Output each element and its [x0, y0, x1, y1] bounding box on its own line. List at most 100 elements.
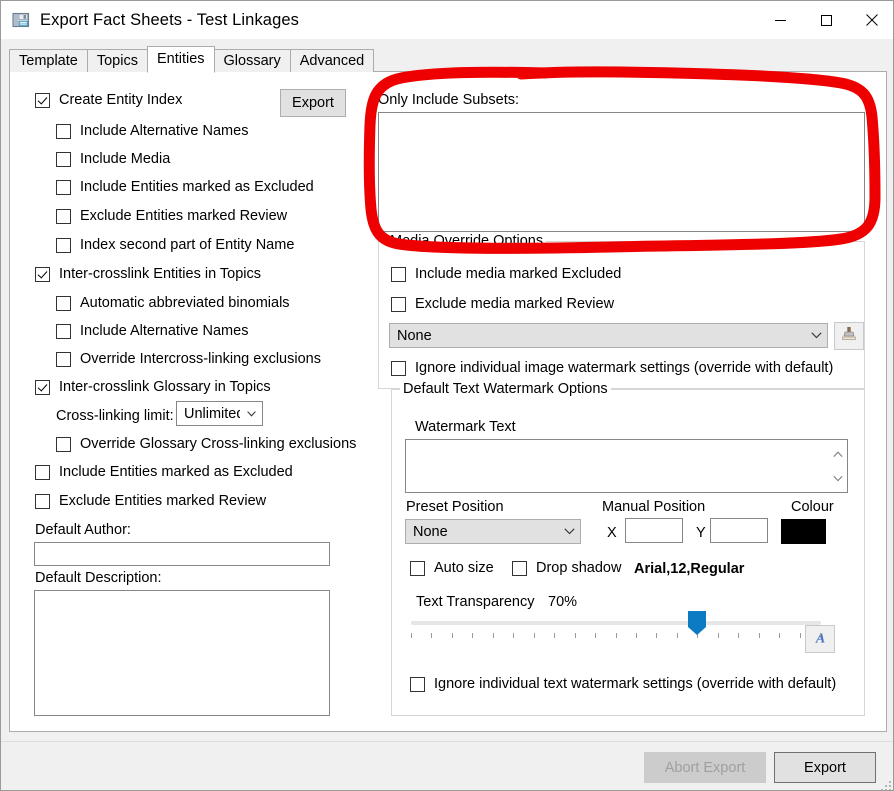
checkbox-box	[56, 237, 71, 253]
footer-bar: Abort Export Export	[1, 741, 893, 790]
stamp-icon	[840, 325, 858, 347]
checkbox-box	[35, 92, 50, 108]
cross-linking-limit-value: Unlimited	[184, 405, 240, 422]
media-override-options-title: Media Override Options	[387, 233, 547, 249]
only-include-subsets-listbox[interactable]	[378, 112, 865, 232]
font-a-icon: A	[812, 629, 829, 650]
image-watermark-value: None	[397, 327, 432, 344]
checkbox-box	[56, 123, 71, 139]
checkbox-label: Override Glossary Cross-linking exclusio…	[80, 436, 357, 452]
cross-linking-limit-label: Cross-linking limit:	[56, 408, 174, 424]
checkbox-exclude-media-marked-review[interactable]: Exclude media marked Review	[391, 296, 614, 312]
watermark-text-input[interactable]	[405, 439, 848, 493]
chevron-down-icon	[558, 528, 580, 535]
checkbox-index-second-part[interactable]: Index second part of Entity Name	[56, 237, 294, 253]
default-text-watermark-options-title: Default Text Watermark Options	[400, 381, 611, 397]
checkbox-box	[56, 436, 71, 452]
checkbox-include-entities-marked-excluded-2[interactable]: Include Entities marked as Excluded	[35, 464, 293, 480]
checkbox-override-glossary-crosslinking[interactable]: Override Glossary Cross-linking exclusio…	[56, 436, 356, 452]
checkbox-label: Inter-crosslink Entities in Topics	[59, 266, 262, 282]
manual-position-x-label: X	[607, 525, 617, 541]
checkbox-ignore-text-watermark[interactable]: Ignore individual text watermark setting…	[410, 676, 836, 692]
font-picker-button[interactable]: A	[805, 625, 835, 653]
export-button-footer[interactable]: Export	[774, 752, 876, 783]
manual-position-x-input[interactable]	[625, 518, 683, 543]
checkbox-box	[391, 360, 406, 376]
checkbox-label: Include Alternative Names	[80, 323, 249, 339]
checkbox-exclude-entities-marked-review-2[interactable]: Exclude Entities marked Review	[35, 493, 266, 509]
text-transparency-slider-thumb[interactable]	[688, 611, 707, 635]
checkbox-label: Drop shadow	[536, 560, 622, 576]
checkbox-create-entity-index[interactable]: Create Entity Index	[35, 92, 182, 108]
checkbox-label: Include media marked Excluded	[415, 266, 622, 282]
preset-position-label: Preset Position	[406, 499, 504, 515]
checkbox-automatic-abbreviated-binomials[interactable]: Automatic abbreviated binomials	[56, 295, 290, 311]
chevron-up-icon[interactable]	[832, 445, 843, 463]
checkbox-include-alternative-names-1[interactable]: Include Alternative Names	[56, 123, 248, 139]
checkbox-box	[410, 560, 425, 576]
checkbox-include-media-marked-excluded[interactable]: Include media marked Excluded	[391, 266, 621, 282]
chevron-down-icon	[805, 332, 827, 339]
checkbox-box	[56, 295, 71, 311]
checkbox-inter-crosslink-glossary[interactable]: Inter-crosslink Glossary in Topics	[35, 379, 271, 395]
chevron-down-icon	[240, 410, 262, 417]
window-title: Export Fact Sheets - Test Linkages	[40, 10, 299, 29]
stamp-icon-button[interactable]	[834, 322, 864, 350]
checkbox-box	[35, 464, 50, 480]
preset-position-value: None	[413, 523, 448, 540]
minimize-icon[interactable]	[757, 1, 803, 39]
manual-position-y-input[interactable]	[710, 518, 768, 543]
save-disk-icon	[11, 10, 31, 30]
title-bar: Export Fact Sheets - Test Linkages	[1, 1, 893, 39]
tab-advanced[interactable]: Advanced	[289, 49, 375, 72]
checkbox-override-intercross-linking[interactable]: Override Intercross-linking exclusions	[56, 351, 321, 367]
tab-topics[interactable]: Topics	[86, 49, 148, 72]
checkbox-include-entities-marked-excluded-1[interactable]: Include Entities marked as Excluded	[56, 179, 314, 195]
tab-glossary[interactable]: Glossary	[213, 49, 291, 72]
checkbox-label: Include Alternative Names	[80, 123, 249, 139]
default-author-input[interactable]	[34, 542, 330, 566]
preset-position-select[interactable]: None	[405, 519, 581, 544]
checkbox-box	[35, 493, 50, 509]
checkbox-label: Include Entities marked as Excluded	[80, 179, 314, 195]
text-transparency-slider-track[interactable]	[411, 621, 821, 625]
text-transparency-value: 70%	[548, 594, 578, 610]
checkbox-drop-shadow[interactable]: Drop shadow	[512, 560, 621, 576]
close-icon[interactable]	[849, 1, 893, 39]
checkbox-inter-crosslink-entities[interactable]: Inter-crosslink Entities in Topics	[35, 266, 261, 282]
checkbox-label: Inter-crosslink Glossary in Topics	[59, 379, 271, 395]
checkbox-box	[56, 351, 71, 367]
watermark-text-label: Watermark Text	[415, 419, 516, 435]
watermark-text-scrollbar[interactable]	[829, 441, 846, 491]
checkbox-label: Include Entities marked as Excluded	[59, 464, 293, 480]
default-description-label: Default Description:	[35, 570, 162, 586]
checkbox-box	[35, 379, 50, 395]
checkbox-label: Exclude Entities marked Review	[59, 493, 267, 509]
chevron-down-icon[interactable]	[832, 469, 843, 487]
resize-grip[interactable]	[880, 779, 892, 790]
checkbox-label: Index second part of Entity Name	[80, 237, 295, 253]
tab-strip: Template Topics Entities Glossary Advanc…	[9, 46, 375, 73]
export-button-top[interactable]: Export	[280, 89, 346, 117]
text-transparency-slider-ticks	[411, 633, 821, 639]
checkbox-label: Include Media	[80, 151, 171, 167]
checkbox-box	[35, 266, 50, 282]
checkbox-ignore-image-watermark[interactable]: Ignore individual image watermark settin…	[391, 360, 833, 376]
tab-template[interactable]: Template	[9, 49, 88, 72]
image-watermark-select[interactable]: None	[389, 323, 828, 348]
colour-swatch[interactable]	[781, 519, 826, 544]
tab-entities[interactable]: Entities	[146, 46, 215, 73]
checkbox-exclude-entities-marked-review-1[interactable]: Exclude Entities marked Review	[56, 208, 287, 224]
checkbox-label: Exclude media marked Review	[415, 296, 615, 312]
maximize-icon[interactable]	[803, 1, 849, 39]
text-transparency-label: Text Transparency	[416, 594, 535, 610]
default-description-input[interactable]	[34, 590, 330, 716]
checkbox-box	[56, 208, 71, 224]
checkbox-box	[391, 266, 406, 282]
checkbox-auto-size[interactable]: Auto size	[410, 560, 494, 576]
checkbox-include-alternative-names-2[interactable]: Include Alternative Names	[56, 323, 248, 339]
window-controls	[757, 1, 893, 39]
cross-linking-limit-select[interactable]: Unlimited	[176, 401, 263, 426]
abort-export-button[interactable]: Abort Export	[644, 752, 766, 783]
checkbox-include-media[interactable]: Include Media	[56, 151, 170, 167]
